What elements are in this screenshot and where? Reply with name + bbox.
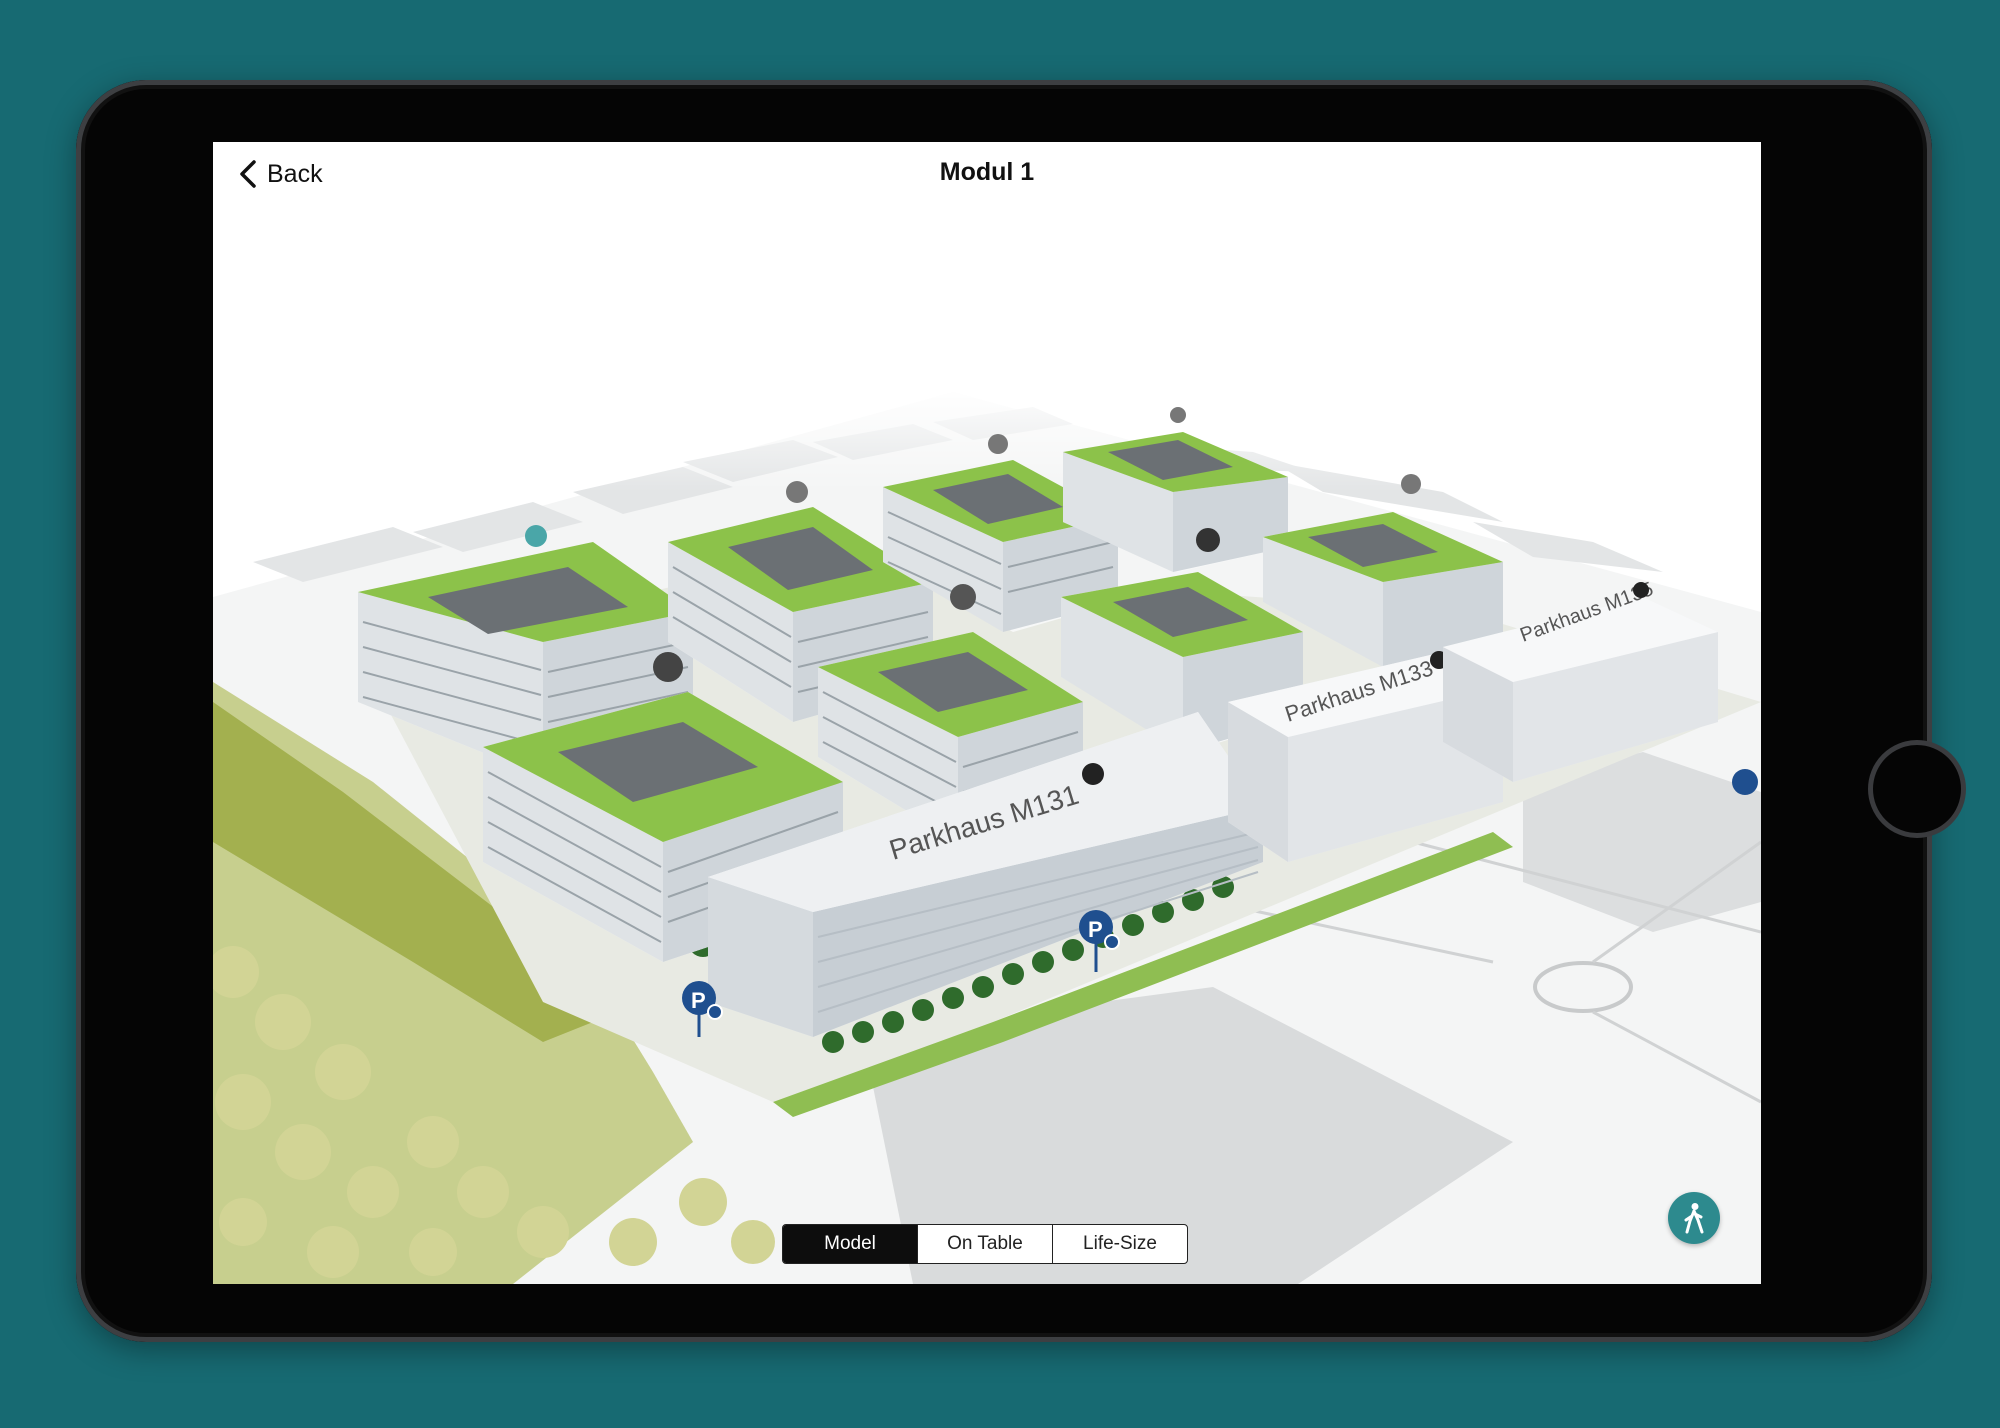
view-mode-segmented-control: Model On Table Life-Size — [782, 1224, 1188, 1264]
page-title: Modul 1 — [939, 158, 1035, 186]
info-pin[interactable] — [1082, 763, 1104, 785]
campus-3d-map[interactable]: Parkhaus M131 Parkhaus M133 Parkhaus M13… — [213, 142, 1761, 1284]
svg-text:P: P — [1088, 917, 1103, 942]
navigation-bar: Back Modul 1 — [213, 142, 1761, 206]
pedestrian-icon — [1684, 1203, 1704, 1234]
segment-life-size[interactable]: Life-Size — [1052, 1225, 1187, 1263]
accessibility-marker[interactable] — [1732, 769, 1758, 795]
home-button[interactable] — [1868, 740, 1966, 838]
svg-text:P: P — [691, 988, 706, 1013]
walk-mode-button[interactable] — [1668, 1192, 1720, 1244]
app-screen: Parkhaus M131 Parkhaus M133 Parkhaus M13… — [213, 142, 1761, 1284]
segment-on-table[interactable]: On Table — [917, 1225, 1052, 1263]
segment-model[interactable]: Model — [783, 1225, 917, 1263]
info-pin[interactable] — [1633, 582, 1649, 598]
